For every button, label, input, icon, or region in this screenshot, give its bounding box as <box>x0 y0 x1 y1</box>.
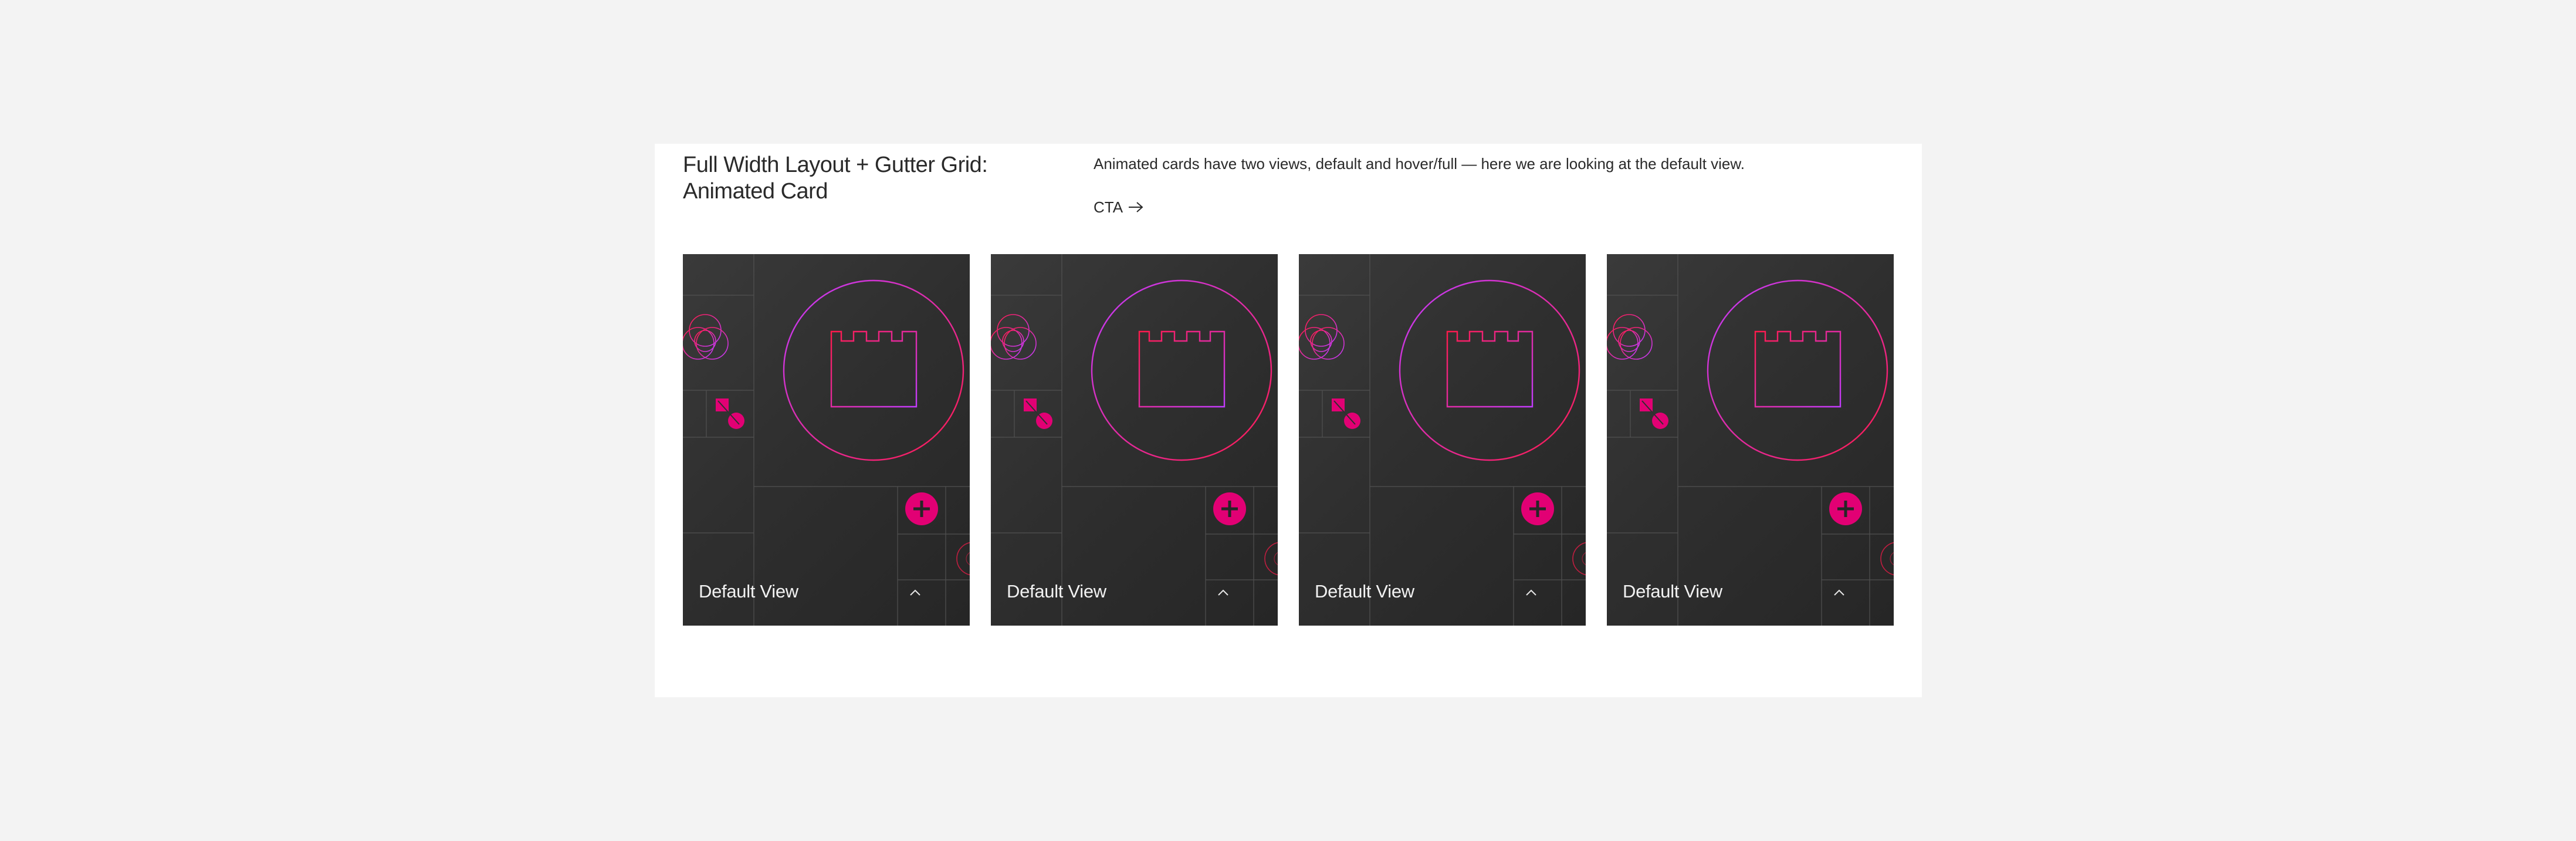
plus-icon <box>905 492 938 525</box>
cta-link[interactable]: CTA <box>1094 198 1144 217</box>
overlapping-circles-icon <box>991 314 1037 360</box>
section-panel: Full Width Layout + Gutter Grid: Animate… <box>655 144 1922 697</box>
card-label: Default View <box>1315 581 1414 602</box>
animated-card[interactable]: Default View <box>683 254 970 626</box>
overlapping-circles-icon <box>683 314 729 360</box>
cta-label: CTA <box>1094 198 1123 216</box>
overlapping-circles-icon <box>1299 314 1345 360</box>
card-artwork <box>1299 254 1586 626</box>
animated-card[interactable]: Default View <box>1299 254 1586 626</box>
chevron-up-icon <box>1834 589 1844 596</box>
section-title: Full Width Layout + Gutter Grid: Animate… <box>683 153 988 204</box>
expand-button[interactable] <box>1515 580 1548 604</box>
plus-icon <box>1521 492 1554 525</box>
tower-icon <box>830 330 918 408</box>
expand-button[interactable] <box>1823 580 1856 604</box>
card-artwork <box>991 254 1278 626</box>
animated-card[interactable]: Default View <box>1607 254 1894 626</box>
expand-button[interactable] <box>1207 580 1240 604</box>
expand-button[interactable] <box>899 580 932 604</box>
section-description: Animated cards have two views, default a… <box>1094 155 1745 173</box>
card-artwork <box>1607 254 1894 626</box>
chevron-up-icon <box>910 589 920 596</box>
card-label: Default View <box>699 581 798 602</box>
card-label: Default View <box>1623 581 1722 602</box>
tower-icon <box>1138 330 1226 408</box>
overlapping-circles-icon <box>1607 314 1653 360</box>
animated-card[interactable]: Default View <box>991 254 1278 626</box>
chevron-up-icon <box>1218 589 1228 596</box>
card-artwork <box>683 254 970 626</box>
card-label: Default View <box>1007 581 1106 602</box>
arrow-right-icon <box>1129 202 1143 212</box>
plus-icon <box>1213 492 1246 525</box>
plus-icon <box>1829 492 1862 525</box>
tower-icon <box>1754 330 1842 408</box>
tower-icon <box>1446 330 1534 408</box>
chevron-up-icon <box>1526 589 1536 596</box>
